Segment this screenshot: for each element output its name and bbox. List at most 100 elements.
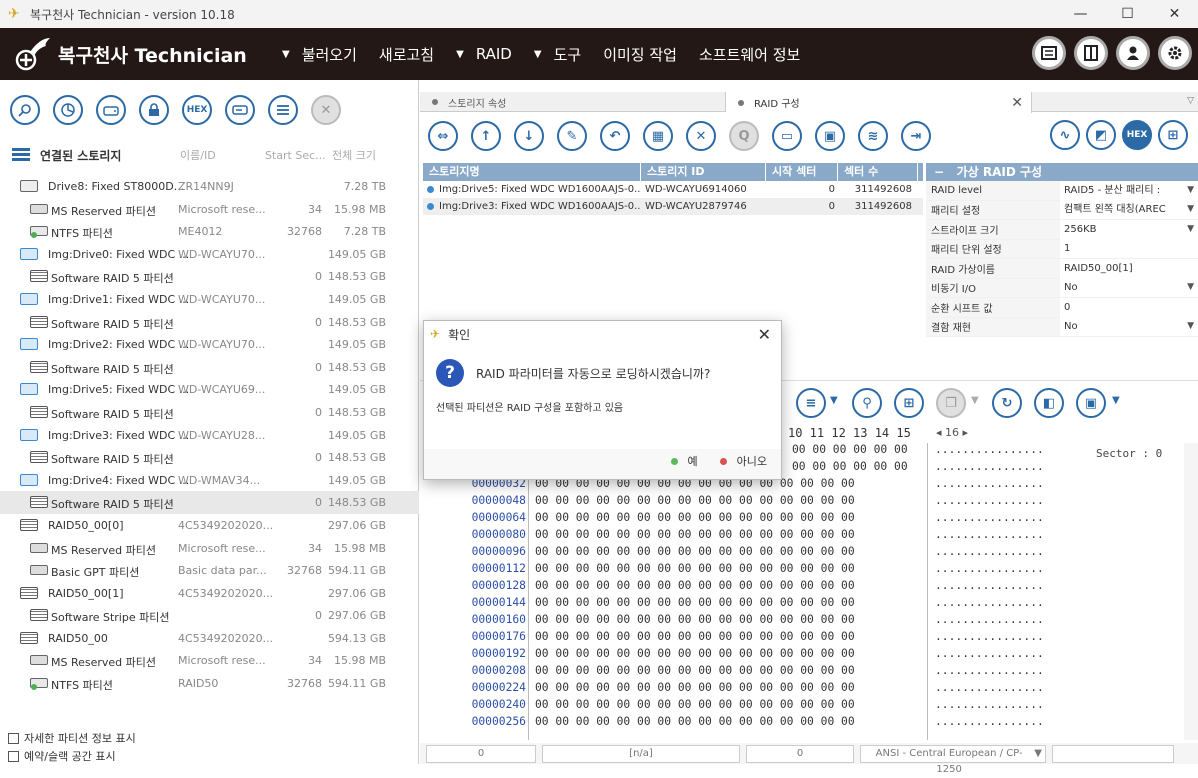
chevron-down-icon[interactable]: ▼: [1187, 200, 1194, 219]
menu-item-1[interactable]: 새로고침: [379, 44, 434, 65]
notes-icon[interactable]: [1032, 36, 1066, 70]
drive-icon[interactable]: [96, 95, 126, 125]
close-tab-icon[interactable]: ✕: [1011, 95, 1023, 111]
hex-row[interactable]: 00000080 00 00 00 00 00 00 00 00 00 00 00…: [420, 528, 1198, 545]
hex-row[interactable]: 00000128 00 00 00 00 00 00 00 00 00 00 00…: [420, 579, 1198, 596]
image-drive-icon[interactable]: [225, 95, 255, 125]
table-row[interactable]: Img:Drive5: Fixed WDC WD1600AAJS-0... WD…: [423, 181, 923, 198]
tree-row[interactable]: MS Reserved 파티션 Microsoft rese... 34 15.98 …: [0, 198, 419, 221]
undo-icon[interactable]: ↶: [600, 121, 630, 151]
tree-row[interactable]: NTFS 파티션 ME4012 32768 7.28 TB: [0, 220, 419, 243]
tree-row[interactable]: Drive8: Fixed ST8000D... ZR14NN9J 7.28 TB: [0, 175, 419, 198]
col-start-sector[interactable]: Start Sec...: [265, 149, 326, 162]
chart-icon[interactable]: ◩: [1086, 120, 1116, 150]
chevron-down-icon[interactable]: ▼: [1187, 220, 1194, 239]
hex-row[interactable]: 00000192 00 00 00 00 00 00 00 00 00 00 00…: [420, 647, 1198, 664]
tree-row[interactable]: Software RAID 5 파티션 0 148.53 GB: [0, 401, 419, 424]
hex-view-icon[interactable]: HEX: [182, 95, 212, 125]
hex-row[interactable]: 00000064 00 00 00 00 00 00 00 00 00 00 00…: [420, 511, 1198, 528]
virtual-raid-header[interactable]: − 가상 RAID 구성: [926, 163, 1198, 181]
param-value[interactable]: 컴팩트 왼쪽 대칭(AREC ▼: [1060, 200, 1198, 220]
param-value[interactable]: 0: [1060, 297, 1198, 317]
dialog-close-icon[interactable]: ✕: [758, 325, 771, 344]
remove-icon[interactable]: ✕: [686, 121, 716, 151]
checkbox-box[interactable]: [8, 732, 19, 744]
col-storage-id[interactable]: 스토리지 ID: [641, 163, 766, 181]
hex-row[interactable]: 00000240 00 00 00 00 00 00 00 00 00 00 00…: [420, 698, 1198, 715]
tree-row[interactable]: NTFS 파티션 RAID50 32768 594.11 GB: [0, 672, 419, 695]
tree-row[interactable]: Img:Drive4: Fixed WDC ... WD-WMAV34... 149…: [0, 469, 419, 492]
search-icon[interactable]: ⚲: [852, 388, 882, 418]
edit-pencil-icon[interactable]: ✎: [557, 121, 587, 151]
tree-row[interactable]: MS Reserved 파티션 Microsoft rese... 34 15.98 …: [0, 649, 419, 672]
chevron-down-icon[interactable]: ▼: [1034, 746, 1042, 762]
tree-row[interactable]: RAID50_00[0] 4C5349202020... 297.06 GB: [0, 514, 419, 537]
close-window-button[interactable]: ✕: [1151, 0, 1198, 28]
chip-icon[interactable]: ▦: [643, 121, 673, 151]
hex-row[interactable]: 00000112 00 00 00 00 00 00 00 00 00 00 00…: [420, 562, 1198, 579]
disk-scan-icon[interactable]: [53, 95, 83, 125]
save-icon[interactable]: ▣: [815, 121, 845, 151]
tree-row[interactable]: Img:Drive3: Fixed WDC ... WD-WCAYU28... 14…: [0, 424, 419, 447]
menu-item-0[interactable]: ▼ 불러오기: [282, 44, 357, 65]
menu-item-5[interactable]: 소프트웨어 정보: [699, 44, 800, 65]
maximize-button[interactable]: ☐: [1104, 0, 1151, 28]
hex-page-nav[interactable]: ◂ 16 ▸: [936, 426, 968, 439]
open-folder-icon[interactable]: ▭: [772, 121, 802, 151]
dropdown-arrow-icon[interactable]: ▼: [830, 395, 838, 406]
tree-row[interactable]: Software RAID 5 파티션 0 148.53 GB: [0, 356, 419, 379]
layers-icon[interactable]: ≋: [858, 121, 888, 151]
hex-row[interactable]: 00000144 00 00 00 00 00 00 00 00 00 00 00…: [420, 596, 1198, 613]
dropdown-arrow-icon[interactable]: ▼: [1112, 395, 1120, 406]
yes-button[interactable]: 예: [670, 453, 698, 469]
param-value[interactable]: 1: [1060, 239, 1198, 259]
panel-layout-icon[interactable]: [1074, 36, 1108, 70]
chevron-down-icon[interactable]: ▼: [1187, 317, 1194, 336]
gear-icon[interactable]: [1158, 36, 1192, 70]
chevron-down-icon[interactable]: ▼: [1187, 181, 1194, 200]
tree-row[interactable]: RAID50_00[1] 4C5349202020... 297.06 GB: [0, 582, 419, 605]
move-down-icon[interactable]: ↓: [514, 121, 544, 151]
hex-row[interactable]: 00000256 00 00 00 00 00 00 00 00 00 00 00…: [420, 715, 1198, 732]
tree-row[interactable]: Software RAID 5 파티션 0 148.53 GB: [0, 446, 419, 469]
search-icon[interactable]: [10, 95, 40, 125]
menu-item-2[interactable]: ▼ RAID: [456, 45, 512, 63]
param-value[interactable]: No ▼: [1060, 317, 1198, 337]
grid-view-icon[interactable]: ⊞: [894, 388, 924, 418]
hex-row[interactable]: 00000208 00 00 00 00 00 00 00 00 00 00 00…: [420, 664, 1198, 681]
hex-row[interactable]: 00000160 00 00 00 00 00 00 00 00 00 00 00…: [420, 613, 1198, 630]
tree-row[interactable]: Software RAID 5 파티션 0 148.53 GB: [0, 491, 419, 514]
tab-storage-properties[interactable]: 스토리지 속성: [420, 92, 726, 112]
hex-row[interactable]: 00000096 00 00 00 00 00 00 00 00 00 00 00…: [420, 545, 1198, 562]
save-icon[interactable]: ▣: [1076, 388, 1106, 418]
param-value[interactable]: RAID5 - 분산 패리티 : ▼: [1060, 180, 1198, 200]
encoding-select[interactable]: ANSI - Central European / CP-1250 ▼: [860, 745, 1046, 775]
tree-row[interactable]: Img:Drive1: Fixed WDC ... WD-WCAYU70... 14…: [0, 288, 419, 311]
waveform-icon[interactable]: ∿: [1050, 120, 1080, 150]
param-value[interactable]: No ▼: [1060, 278, 1198, 298]
list-view-icon[interactable]: ≡: [796, 388, 826, 418]
menu-item-3[interactable]: ▼ 도구: [534, 44, 581, 65]
col-storage-name[interactable]: 스토리지명: [423, 163, 641, 181]
tree-row[interactable]: Software Stripe 파티션 0 297.06 GB: [0, 604, 419, 627]
tree-row[interactable]: Basic GPT 파티션 Basic data par... 32768 594.1…: [0, 559, 419, 582]
user-icon[interactable]: [1116, 36, 1150, 70]
tree-row[interactable]: RAID50_00 4C5349202020... 594.13 GB: [0, 627, 419, 650]
col-name-id[interactable]: 이름/ID: [180, 147, 216, 163]
hex-view[interactable]: 00 00 00 00 00 00................ 00 00 0…: [420, 443, 1198, 740]
tree-row[interactable]: Software RAID 5 파티션 0 148.53 GB: [0, 311, 419, 334]
list-icon[interactable]: [268, 95, 298, 125]
export-icon[interactable]: ⇥: [901, 121, 931, 151]
col-sector-count[interactable]: 섹터 수: [838, 163, 918, 181]
checkbox-box[interactable]: [8, 750, 19, 762]
hex-row[interactable]: 00000048 00 00 00 00 00 00 00 00 00 00 00…: [420, 494, 1198, 511]
hex-toggle-icon[interactable]: HEX: [1122, 120, 1152, 150]
hex-row[interactable]: 00000176 00 00 00 00 00 00 00 00 00 00 00…: [420, 630, 1198, 647]
raid-auto-icon[interactable]: ⇔: [428, 121, 458, 151]
grid-icon[interactable]: ⊞: [1158, 120, 1188, 150]
reserved-slack-checkbox[interactable]: 예약/슬랙 공간 표시: [8, 748, 116, 764]
tree-row[interactable]: MS Reserved 파티션 Microsoft rese... 34 15.98 …: [0, 537, 419, 560]
refresh-icon[interactable]: ↻: [992, 388, 1022, 418]
move-up-icon[interactable]: ↑: [471, 121, 501, 151]
panel-toggle-icon[interactable]: ◧: [1034, 388, 1064, 418]
